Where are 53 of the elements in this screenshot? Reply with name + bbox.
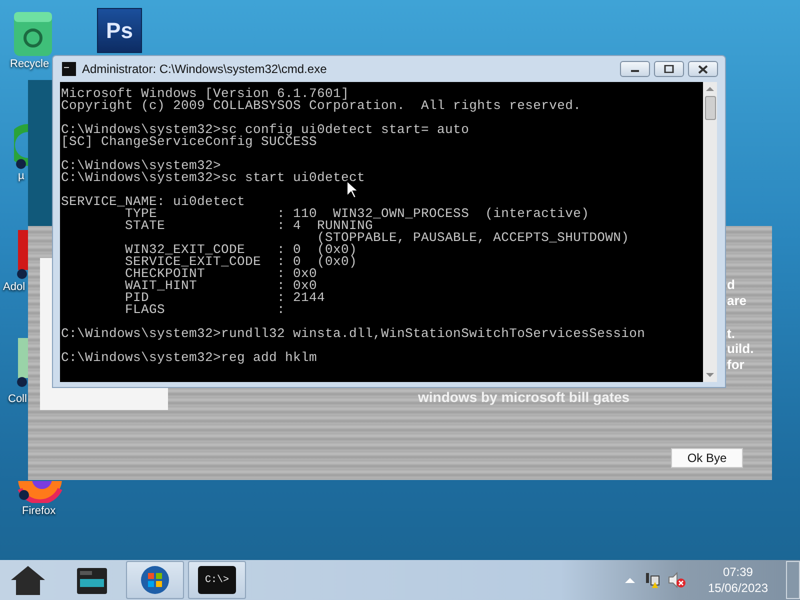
text-fragment: d — [727, 277, 735, 292]
console-line: CHECKPOINT : 0x0 — [124, 268, 318, 280]
console-line: C:\Windows\system32> — [61, 160, 222, 172]
command-prompt-icon: C:\> — [198, 566, 236, 594]
close-button[interactable] — [688, 61, 718, 77]
desktop-icon-label: Coll — [8, 393, 27, 405]
close-icon — [698, 64, 708, 74]
console-line: SERVICE_NAME: ui0detect — [61, 196, 246, 208]
clock-date: 15/06/2023 — [708, 580, 768, 596]
text-fragment: t. — [727, 326, 735, 341]
console-line: PID : 2144 — [124, 292, 326, 304]
network-warning-icon[interactable] — [644, 571, 660, 589]
maximize-button[interactable] — [654, 61, 684, 77]
console-line: SERVICE_EXIT_CODE : 0 (0x0) — [124, 256, 358, 268]
folder-icon — [76, 565, 108, 595]
console-line: Copyright (c) 2009 COLLABSYSOS Corporation. All rights reserved. — [61, 100, 582, 112]
console-line: [SC] ChangeServiceConfig SUCCESS — [61, 136, 318, 148]
console-line: C:\Windows\system32>reg add hklm — [61, 352, 318, 364]
start-button[interactable] — [126, 561, 184, 599]
desktop-icon-label: Adol — [3, 281, 26, 293]
ok-bye-button[interactable]: Ok Bye — [671, 448, 743, 468]
desktop-icon-label: µ — [18, 170, 24, 182]
desktop-icon-label: Firefox — [22, 505, 56, 517]
console-line: STATE : 4 RUNNING — [124, 220, 374, 232]
text-fragment: are — [727, 293, 747, 308]
console-line: C:\Windows\system32>rundll32 winsta.dll,WinStationSwitchToServicesSession — [61, 328, 646, 340]
maximize-icon — [664, 65, 674, 73]
console-line: WIN32_EXIT_CODE : 0 (0x0) — [124, 244, 358, 256]
caption-text: windows by microsoft bill gates — [418, 389, 630, 405]
console-line: WAIT_HINT : 0x0 — [124, 280, 318, 292]
console-line: TYPE : 110 WIN32_OWN_PROCESS (interactive) — [125, 208, 590, 220]
console-line: (STOPPABLE, PAUSABLE, ACCEPTS_SHUTDOWN) — [316, 232, 630, 244]
mouse-cursor-icon — [346, 180, 358, 199]
console-line: Microsoft Windows [Version 6.1.7601] — [61, 88, 350, 100]
house-icon — [9, 564, 47, 596]
windows-logo-icon — [140, 565, 170, 595]
scrollbar[interactable] — [703, 82, 717, 382]
desktop-icon-label: Recycle — [10, 58, 50, 70]
console-line: C:\Windows\system32>sc start ui0detect — [61, 172, 366, 184]
photoshop-icon[interactable]: Ps — [97, 8, 142, 53]
clock-time: 07:39 — [722, 564, 753, 580]
console-icon — [62, 62, 76, 76]
window-title: Administrator: C:\Windows\system32\cmd.exe — [82, 62, 328, 76]
minimize-button[interactable] — [620, 61, 650, 77]
scroll-thumb[interactable] — [704, 96, 716, 120]
console-line: C:\Windows\system32>sc config ui0detect start= auto — [61, 124, 470, 136]
console-line: FLAGS : — [124, 304, 286, 316]
scroll-down-icon[interactable] — [706, 372, 714, 378]
command-prompt-button[interactable]: C:\> — [188, 561, 246, 599]
scroll-up-icon[interactable] — [706, 86, 714, 92]
text-fragment: for — [727, 357, 744, 372]
text-fragment: uild. — [727, 341, 754, 356]
speaker-muted-icon[interactable] — [668, 572, 686, 588]
